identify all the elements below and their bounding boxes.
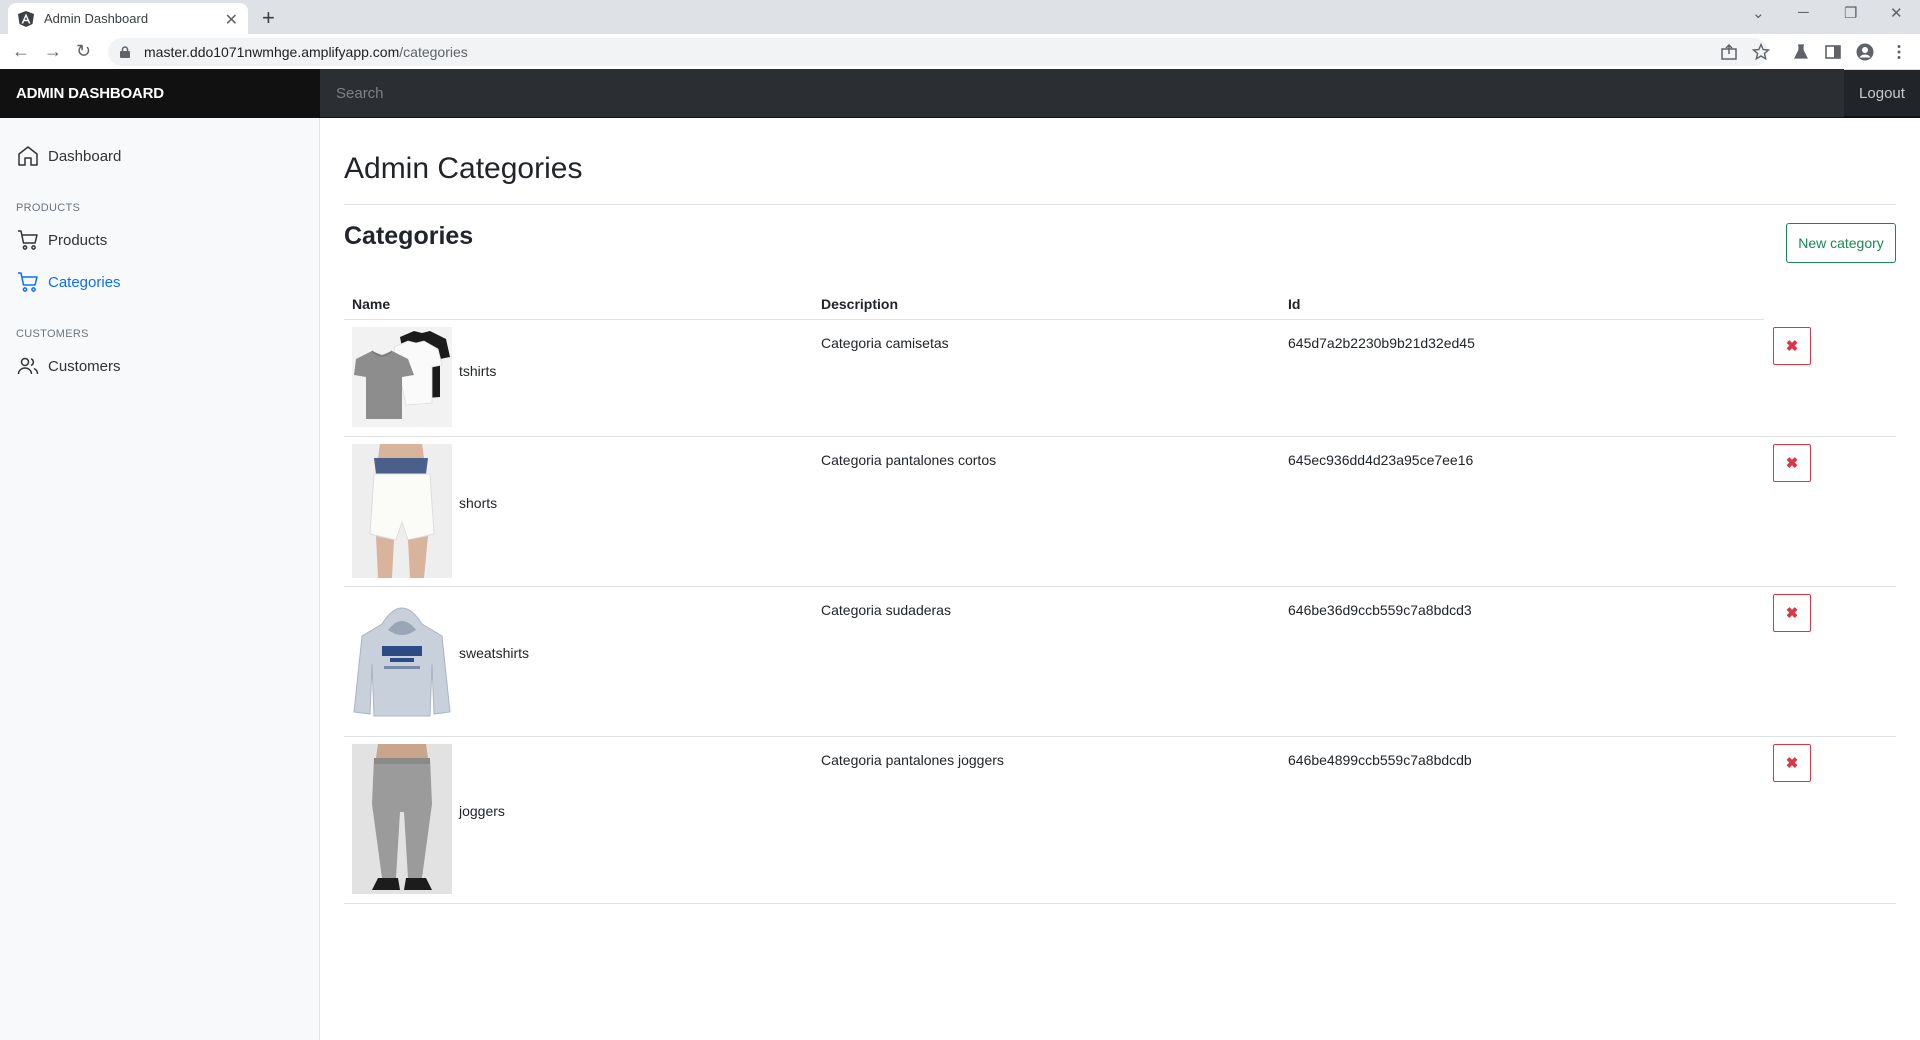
delete-button[interactable]: ✖	[1773, 594, 1811, 632]
browser-tabbar: Admin Dashboard ✕ + ⌄ ─ ❐ ✕	[0, 0, 1920, 34]
url-field[interactable]: master.ddo1071nwmhge.amplifyapp.com/cate…	[108, 38, 1768, 66]
table-row: shorts Categoria pantalones cortos 645ec…	[344, 437, 1896, 587]
table-row: tshirts Categoria camisetas 645d7a2b2230…	[344, 320, 1896, 437]
restore-icon[interactable]: ❐	[1844, 4, 1857, 22]
page-title: Admin Categories	[344, 152, 583, 185]
category-id: 646be36d9ccb559c7a8bdcd3	[1288, 602, 1472, 618]
category-id: 645d7a2b2230b9b21d32ed45	[1288, 335, 1475, 351]
sidebar-item-categories[interactable]: Categories	[16, 270, 121, 294]
sidebar-item-dashboard[interactable]: Dashboard	[16, 144, 121, 168]
sidebar-item-label: Products	[48, 231, 108, 249]
column-header-name[interactable]: Name	[352, 296, 390, 312]
sidebar-item-label: Categories	[48, 273, 121, 291]
address-bar: ← → ↻ master.ddo1071nwmhge.amplifyapp.co…	[0, 34, 1920, 70]
category-name: joggers	[459, 803, 505, 819]
cart-icon	[18, 230, 38, 250]
brand-title[interactable]: ADMIN DASHBOARD	[0, 69, 320, 117]
new-category-button[interactable]: New category	[1786, 223, 1896, 263]
joggers-image	[352, 744, 452, 894]
browser-menu-icon[interactable]	[1890, 43, 1908, 61]
sidebar-section-customers: CUSTOMERS	[16, 328, 89, 340]
category-name: tshirts	[459, 363, 497, 379]
table-row: sweatshirts Categoria sudaderas 646be36d…	[344, 587, 1896, 737]
cart-icon	[18, 272, 38, 292]
search-input[interactable]	[320, 69, 1844, 117]
column-header-description[interactable]: Description	[821, 296, 898, 312]
angular-icon	[18, 10, 34, 27]
forward-icon[interactable]: →	[44, 41, 62, 62]
profile-avatar-icon[interactable]	[1856, 43, 1874, 61]
category-description: Categoria pantalones cortos	[821, 452, 997, 468]
category-id: 646be4899ccb559c7a8bdcdb	[1288, 752, 1472, 768]
sidebar: Dashboard PRODUCTS Products Categories C…	[0, 118, 320, 1040]
category-name: shorts	[459, 495, 498, 511]
home-icon	[18, 146, 38, 166]
title-divider	[344, 204, 1896, 205]
delete-button[interactable]: ✖	[1773, 444, 1811, 482]
app-header: ADMIN DASHBOARD Logout	[0, 69, 1920, 118]
bookmark-star-icon[interactable]	[1752, 43, 1770, 61]
section-title: Categories	[344, 222, 474, 250]
sidebar-item-label: Customers	[48, 357, 121, 375]
labs-flask-icon[interactable]	[1792, 43, 1810, 61]
tab-close-icon[interactable]: ✕	[225, 10, 238, 30]
category-id: 645ec936dd4d23a95ce7ee16	[1288, 452, 1474, 468]
sidebar-item-label: Dashboard	[48, 147, 122, 165]
minimize-icon[interactable]: ─	[1798, 4, 1809, 21]
column-header-id[interactable]: Id	[1288, 296, 1300, 312]
tshirts-image	[352, 327, 452, 427]
reload-icon[interactable]: ↻	[76, 41, 91, 62]
table-row: joggers Categoria pantalones joggers 646…	[344, 737, 1896, 904]
url-path: /categories	[399, 44, 468, 60]
delete-button[interactable]: ✖	[1773, 744, 1811, 782]
new-tab-icon[interactable]: +	[262, 5, 275, 31]
shorts-image	[352, 444, 452, 578]
close-window-icon[interactable]: ✕	[1890, 4, 1903, 22]
sidebar-section-products: PRODUCTS	[16, 202, 81, 214]
share-icon[interactable]	[1720, 43, 1738, 61]
users-icon	[17, 357, 39, 375]
tab-title: Admin Dashboard	[44, 11, 149, 26]
side-panel-icon[interactable]	[1824, 43, 1842, 61]
category-description: Categoria camisetas	[821, 335, 949, 351]
back-icon[interactable]: ←	[12, 41, 30, 62]
categories-table: Name Description Id tshirts Categoria ca…	[344, 288, 1896, 904]
tab-search-icon[interactable]: ⌄	[1752, 4, 1765, 22]
table-header: Name Description Id	[344, 288, 1764, 320]
url-host: master.ddo1071nwmhge.amplifyapp.com	[144, 44, 400, 60]
logout-link[interactable]: Logout	[1844, 85, 1920, 102]
category-description: Categoria pantalones joggers	[821, 752, 1004, 768]
lock-icon	[120, 46, 130, 58]
sidebar-item-products[interactable]: Products	[16, 228, 107, 252]
delete-button[interactable]: ✖	[1773, 327, 1811, 365]
category-name: sweatshirts	[459, 645, 530, 661]
browser-tab[interactable]: Admin Dashboard ✕	[8, 3, 248, 34]
sidebar-item-customers[interactable]: Customers	[16, 354, 121, 378]
category-description: Categoria sudaderas	[821, 602, 951, 618]
sweatshirts-image	[352, 594, 452, 720]
